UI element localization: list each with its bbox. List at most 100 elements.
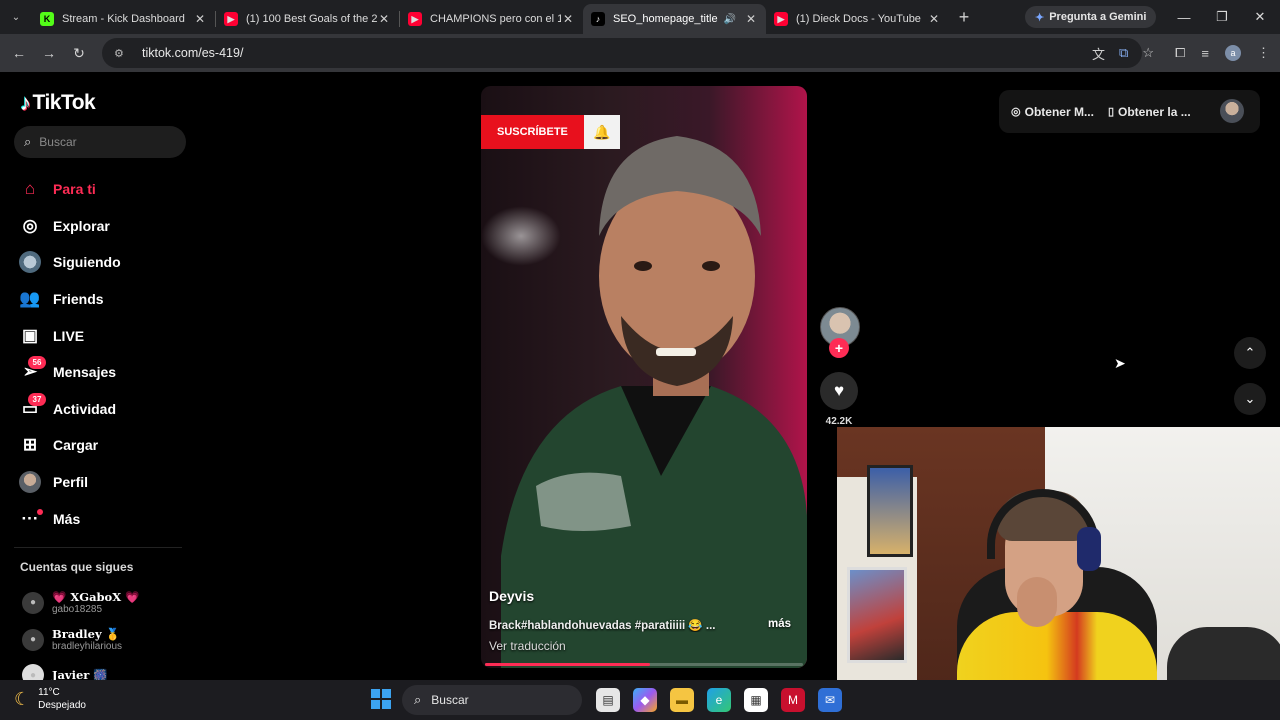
tab-champions[interactable]: ▶ CHAMPIONS pero con el 11 ✕ <box>400 4 583 34</box>
chevron-up-icon[interactable]: ⌃ <box>1234 337 1266 369</box>
mail-icon[interactable]: ✉ <box>818 688 842 712</box>
restore-icon[interactable]: ❐ <box>1203 0 1241 34</box>
gemini-button[interactable]: ✦ Pregunta a Gemini <box>1025 6 1157 28</box>
taskbar-search[interactable]: ⌕ Buscar <box>402 685 582 715</box>
sidebar-item-cargar[interactable]: ⊞ Cargar <box>18 427 188 464</box>
windows-start-icon[interactable] <box>371 689 391 709</box>
gemini-sparkle-icon: ✦ <box>1035 11 1045 24</box>
sidebar-item-label: Explorar <box>53 217 110 234</box>
mcafee-icon[interactable]: M <box>781 688 805 712</box>
search-placeholder: Buscar <box>39 135 77 149</box>
sidebar-item-label: Actividad <box>53 400 117 417</box>
user-avatar[interactable] <box>1220 99 1244 123</box>
close-icon[interactable]: ✕ <box>193 12 207 26</box>
tab-title: (1) Dieck Docs - YouTube <box>796 13 921 25</box>
gemini-label: Pregunta a Gemini <box>1049 11 1147 23</box>
sidebar-item-actividad[interactable]: ▭ 37 Actividad <box>18 391 188 428</box>
sidebar-item-label: Siguiendo <box>53 254 121 271</box>
webcam-overlay <box>837 427 1280 720</box>
close-icon[interactable]: ✕ <box>744 12 758 26</box>
speaker-icon[interactable]: 🔊 <box>724 14 736 25</box>
sidebar-item-label: LIVE <box>53 327 85 344</box>
install-app-icon[interactable]: ⧉ <box>1119 45 1128 61</box>
tab-title: CHAMPIONS pero con el 11 <box>430 13 561 25</box>
weather-condition: Despejado <box>38 700 86 711</box>
followed-account[interactable]: ● Javier 🎆 <box>22 664 108 680</box>
store-icon[interactable]: ▦ <box>744 688 768 712</box>
follow-plus-icon[interactable]: + <box>829 338 849 358</box>
media-controls-icon[interactable]: ≡ <box>1201 46 1209 61</box>
translate-icon[interactable]: 文 <box>1092 44 1105 63</box>
menu-kebab-icon[interactable]: ⋮ <box>1257 45 1270 61</box>
video-player[interactable]: SUSCRÍBETE 🔔 Deyvis Brack#hablandohuevad… <box>481 86 807 668</box>
notification-dot <box>37 509 43 516</box>
minimize-icon[interactable]: — <box>1165 0 1203 34</box>
kick-icon: K <box>40 12 54 26</box>
edge-icon[interactable]: e <box>707 688 731 712</box>
sidebar-item-mensajes[interactable]: ➢ 56 Mensajes <box>18 354 188 391</box>
sidebar-item-mas[interactable]: ··· Más <box>18 500 188 537</box>
close-icon[interactable]: ✕ <box>561 12 575 26</box>
youtube-icon: ▶ <box>774 12 788 26</box>
followed-account[interactable]: ● Bradley 🥇 bradleyhilarious <box>22 627 122 652</box>
sidebar-item-siguiendo[interactable]: Siguiendo <box>18 244 188 281</box>
search-icon: ⌕ <box>24 134 32 149</box>
headset-earcup <box>1077 527 1101 571</box>
live-icon: ▣ <box>21 325 39 345</box>
video-author[interactable]: Deyvis <box>489 588 534 604</box>
get-coins-button[interactable]: ◎ Obtener M... <box>1011 105 1094 119</box>
tiktok-icon: ♪ <box>591 12 605 26</box>
chevron-down-icon[interactable]: ⌄ <box>1234 383 1266 415</box>
avatar: ● <box>22 628 44 651</box>
window-close-icon[interactable]: ✕ <box>1241 0 1279 34</box>
file-explorer-icon[interactable]: ▬ <box>670 688 694 712</box>
translate-link[interactable]: Ver traducción <box>489 639 566 653</box>
sidebar-item-perfil[interactable]: Perfil <box>18 464 188 501</box>
bell-icon: 🔔 <box>583 115 620 149</box>
tab-kick-dashboard[interactable]: K Stream - Kick Dashboard ✕ <box>32 4 215 34</box>
taskbar-search-label: Buscar <box>431 693 469 707</box>
address-bar[interactable]: ⚙ tiktok.com/es-419/ <box>102 38 1142 68</box>
subscribe-overlay: SUSCRÍBETE 🔔 <box>481 115 620 149</box>
account-name: Javier 🎆 <box>52 668 108 680</box>
sidebar-nav: ⌂ Para ti ◎ Explorar Siguiendo 👥 Friends… <box>18 171 188 537</box>
weather-widget[interactable]: ☾ 11°C Despejado <box>14 686 86 712</box>
back-icon[interactable]: ← <box>4 38 34 68</box>
site-info-icon[interactable]: ⚙ <box>114 47 132 60</box>
reload-icon[interactable]: ↻ <box>64 38 94 68</box>
activity-badge: 37 <box>28 392 46 406</box>
tab-best-goals[interactable]: ▶ (1) 100 Best Goals of the 20 ✕ <box>216 4 399 34</box>
copilot-icon[interactable]: ◆ <box>633 688 657 712</box>
tiktok-logo[interactable]: ♪ TikTok <box>20 90 96 116</box>
new-tab-button[interactable]: + <box>949 7 979 28</box>
sidebar-item-live[interactable]: ▣ LIVE <box>18 317 188 354</box>
messages-badge: 56 <box>28 355 46 369</box>
profile-avatar[interactable]: a <box>1225 45 1241 61</box>
bookmark-star-icon[interactable]: ☆ <box>1142 45 1154 61</box>
video-progress-bar[interactable] <box>485 663 803 666</box>
sidebar-item-friends[interactable]: 👥 Friends <box>18 281 188 318</box>
forward-icon[interactable]: → <box>34 38 64 68</box>
tiktok-note-icon: ♪ <box>20 90 31 115</box>
close-icon[interactable]: ✕ <box>377 12 391 26</box>
avatar: ● <box>22 664 44 680</box>
search-input[interactable]: ⌕ Buscar <box>14 126 186 158</box>
streamer-hand <box>1017 577 1057 627</box>
like-heart-icon[interactable]: ♥ <box>820 372 858 410</box>
tab-title: SEO_homepage_title <box>613 13 718 25</box>
mouse-cursor-icon: ➤ <box>1114 355 1126 371</box>
sidebar-item-explorar[interactable]: ◎ Explorar <box>18 208 188 245</box>
task-view-icon[interactable]: ▤ <box>596 688 620 712</box>
tab-dieck-docs[interactable]: ▶ (1) Dieck Docs - YouTube ✕ <box>766 4 949 34</box>
tab-search-icon[interactable]: ⌄ <box>0 0 32 34</box>
more-link[interactable]: más <box>768 618 791 630</box>
followed-account[interactable]: ● 💗 XGaboX 💗 gabo18285 <box>22 590 139 615</box>
close-icon[interactable]: ✕ <box>927 12 941 26</box>
sidebar-item-label: Mensajes <box>53 364 117 381</box>
extensions-icon[interactable]: ⧠ <box>1175 45 1185 61</box>
get-app-button[interactable]: ▯ Obtener la ... <box>1108 105 1191 119</box>
account-name: 💗 XGaboX 💗 <box>52 590 140 604</box>
sidebar-item-para-ti[interactable]: ⌂ Para ti <box>18 171 188 208</box>
tab-tiktok-active[interactable]: ♪ SEO_homepage_title 🔊 ✕ <box>583 4 766 34</box>
following-header: Cuentas que sigues <box>20 560 134 574</box>
